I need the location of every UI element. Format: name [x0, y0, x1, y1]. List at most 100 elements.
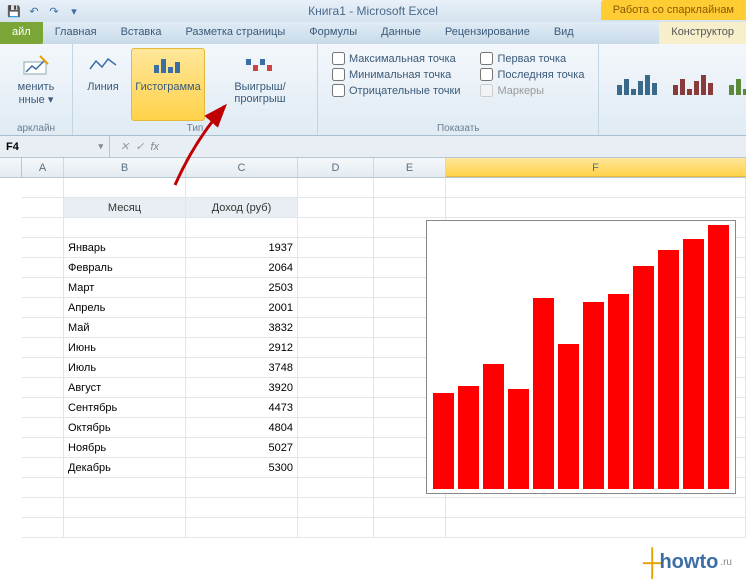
cell[interactable] — [64, 218, 186, 238]
sparkline-cell[interactable] — [426, 220, 736, 494]
cell[interactable] — [298, 438, 374, 458]
cell[interactable] — [446, 178, 746, 198]
cell[interactable] — [298, 198, 374, 218]
cell[interactable] — [298, 318, 374, 338]
month-cell[interactable]: Август — [64, 378, 186, 398]
tab-home[interactable]: Главная — [43, 22, 109, 44]
select-all-corner[interactable] — [0, 158, 22, 177]
cell[interactable] — [298, 378, 374, 398]
income-cell[interactable]: 5027 — [186, 438, 298, 458]
income-cell[interactable]: 1937 — [186, 238, 298, 258]
cell[interactable] — [374, 198, 446, 218]
col-C[interactable]: C — [186, 158, 298, 177]
redo-icon[interactable]: ↷ — [46, 3, 62, 19]
cell[interactable] — [298, 418, 374, 438]
qat-menu-icon[interactable]: ▾ — [66, 3, 82, 19]
cell[interactable] — [186, 518, 298, 538]
worksheet[interactable]: A B C D E F МесяцДоход (руб)Январь1937Фе… — [0, 158, 746, 538]
check-markers[interactable]: Маркеры — [480, 84, 584, 97]
style-option-2[interactable] — [671, 71, 719, 99]
cell[interactable] — [186, 178, 298, 198]
save-icon[interactable]: 💾 — [6, 3, 22, 19]
style-option-1[interactable] — [615, 71, 663, 99]
col-D[interactable]: D — [298, 158, 374, 177]
cell[interactable] — [22, 498, 64, 518]
col-E[interactable]: E — [374, 158, 446, 177]
income-cell[interactable]: 3832 — [186, 318, 298, 338]
cell[interactable] — [298, 498, 374, 518]
month-cell[interactable]: Июнь — [64, 338, 186, 358]
cell[interactable] — [186, 478, 298, 498]
cell[interactable] — [186, 218, 298, 238]
check-first[interactable]: Первая точка — [480, 52, 584, 65]
col-F[interactable]: F — [446, 158, 746, 177]
cell[interactable] — [446, 518, 746, 538]
undo-icon[interactable]: ↶ — [26, 3, 42, 19]
tab-file[interactable]: айл — [0, 22, 43, 44]
month-cell[interactable]: Январь — [64, 238, 186, 258]
cell[interactable] — [22, 378, 64, 398]
check-low[interactable]: Минимальная точка — [332, 68, 460, 81]
month-cell[interactable]: Сентябрь — [64, 398, 186, 418]
cell[interactable] — [22, 338, 64, 358]
tab-insert[interactable]: Вставка — [109, 22, 174, 44]
cell[interactable] — [22, 358, 64, 378]
cell[interactable] — [298, 238, 374, 258]
cell[interactable] — [374, 178, 446, 198]
fx-label[interactable]: fx — [150, 141, 159, 153]
cell[interactable] — [298, 458, 374, 478]
income-cell[interactable]: 4473 — [186, 398, 298, 418]
income-cell[interactable]: 2912 — [186, 338, 298, 358]
month-cell[interactable]: Июль — [64, 358, 186, 378]
month-cell[interactable]: Февраль — [64, 258, 186, 278]
month-cell[interactable]: Декабрь — [64, 458, 186, 478]
winloss-button[interactable]: Выигрыш/проигрыш — [209, 48, 311, 121]
check-last[interactable]: Последняя точка — [480, 68, 584, 81]
cell[interactable] — [298, 478, 374, 498]
cell[interactable] — [64, 478, 186, 498]
income-cell[interactable]: 2001 — [186, 298, 298, 318]
cell[interactable] — [22, 398, 64, 418]
income-cell[interactable]: 2503 — [186, 278, 298, 298]
cell[interactable] — [22, 198, 64, 218]
cell[interactable] — [298, 518, 374, 538]
tab-data[interactable]: Данные — [369, 22, 433, 44]
col-A[interactable]: A — [22, 158, 64, 177]
cell[interactable] — [22, 458, 64, 478]
cell[interactable] — [298, 298, 374, 318]
cell[interactable] — [298, 178, 374, 198]
line-button[interactable]: Линия — [79, 48, 127, 121]
cell[interactable] — [298, 358, 374, 378]
cell[interactable] — [64, 498, 186, 518]
income-cell[interactable]: 4804 — [186, 418, 298, 438]
cell[interactable] — [22, 238, 64, 258]
cell[interactable] — [374, 518, 446, 538]
income-cell[interactable]: 3748 — [186, 358, 298, 378]
cell[interactable] — [22, 438, 64, 458]
cell[interactable] — [22, 218, 64, 238]
income-cell[interactable]: 5300 — [186, 458, 298, 478]
cell[interactable] — [186, 498, 298, 518]
cell[interactable] — [298, 258, 374, 278]
income-cell[interactable]: 2064 — [186, 258, 298, 278]
cancel-icon[interactable]: ✕ — [120, 140, 129, 153]
cell[interactable] — [64, 518, 186, 538]
col-B[interactable]: B — [64, 158, 186, 177]
month-cell[interactable]: Май — [64, 318, 186, 338]
cell[interactable] — [298, 398, 374, 418]
cell[interactable] — [22, 298, 64, 318]
cell[interactable] — [374, 498, 446, 518]
name-box[interactable]: F4 — [0, 136, 110, 157]
tab-design[interactable]: Конструктор — [659, 22, 746, 44]
month-cell[interactable]: Октябрь — [64, 418, 186, 438]
cell[interactable] — [22, 518, 64, 538]
income-cell[interactable]: 3920 — [186, 378, 298, 398]
month-cell[interactable]: Апрель — [64, 298, 186, 318]
column-button[interactable]: Гистограмма — [131, 48, 205, 121]
month-cell[interactable]: Ноябрь — [64, 438, 186, 458]
cell[interactable] — [298, 338, 374, 358]
cell[interactable] — [446, 198, 746, 218]
tab-formulas[interactable]: Формулы — [297, 22, 369, 44]
month-cell[interactable]: Март — [64, 278, 186, 298]
edit-data-button[interactable]: менить нные ▾ — [6, 48, 66, 121]
